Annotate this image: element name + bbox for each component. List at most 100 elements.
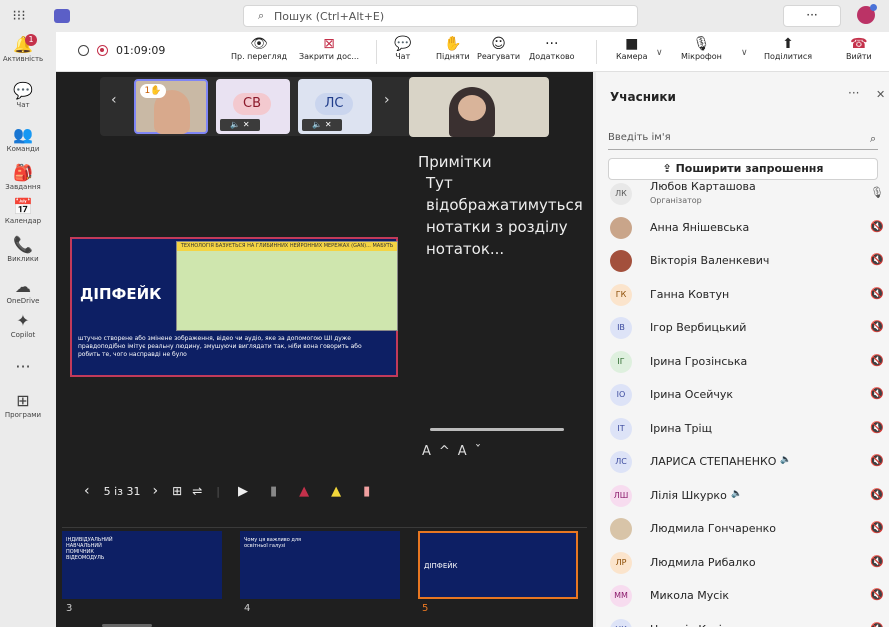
participant-row[interactable]: Вікторія Валенкевич 🔇	[596, 244, 889, 278]
font-size-controls[interactable]: A^Aˇ	[422, 444, 489, 459]
participant-tile[interactable]: 1✋	[134, 79, 208, 134]
avatar: ММ	[610, 585, 632, 607]
microphone-button[interactable]: 🎙 Мікрофон	[681, 36, 722, 61]
mic-off-icon[interactable]: 🔇	[870, 287, 884, 300]
profile-avatar[interactable]	[857, 4, 877, 24]
mic-off-icon[interactable]: 🔇	[870, 220, 884, 233]
prev-participants-chevron-icon[interactable]: ‹	[111, 92, 117, 108]
increase-font-icon[interactable]: A^	[422, 444, 458, 459]
slide-thumbnail-active[interactable]: ДІПФЕЙК	[418, 531, 578, 599]
participant-name: Любов Карташова	[650, 180, 756, 193]
close-icon[interactable]: ✕	[876, 88, 885, 101]
mic-off-icon[interactable]: 🔇	[870, 454, 884, 467]
raise-hand-button[interactable]: ✋ Підняти	[436, 36, 470, 61]
mic-off-icon[interactable]: 🔇	[870, 622, 884, 627]
slide-thumbnail[interactable]: ІНДИВІДУАЛЬНИЙ НАВЧАЛЬНИЙ ПОМІЧНИК ВІДЕО…	[62, 531, 222, 599]
microphone-icon[interactable]: 🎙	[870, 186, 884, 199]
mic-off-icon[interactable]: 🔇	[870, 320, 884, 333]
rail-label: Copilot	[10, 331, 36, 339]
camera-options-chevron-icon[interactable]: ∨	[656, 48, 663, 58]
participant-name: Ірина Грозінська	[650, 354, 748, 368]
notes-scrollbar[interactable]	[422, 427, 574, 432]
pen-icon[interactable]: ▲	[299, 484, 309, 499]
participant-row[interactable]: НК Наталія Козік 🔇	[596, 613, 889, 627]
react-button[interactable]: ☺ Реагувати	[477, 36, 520, 61]
search-input[interactable]: ⌕ Пошук (Ctrl+Alt+E)	[243, 5, 638, 27]
avatar	[610, 216, 632, 239]
prev-slide-icon[interactable]: ‹	[84, 483, 90, 499]
rail-item-7[interactable]: ✦ Copilot	[0, 312, 46, 340]
separator	[596, 40, 597, 64]
mic-off-icon[interactable]: 🔇	[870, 488, 884, 501]
stop-sharing-button[interactable]: ⊠ Закрити дос...	[299, 36, 359, 61]
rail-item-0[interactable]: 🔔 1 Активність	[0, 34, 46, 63]
presenter-video[interactable]	[409, 77, 549, 137]
leave-button[interactable]: ☎ Вийти	[846, 36, 872, 61]
share-invite-button[interactable]: ⇪ Поширити запрошення	[608, 158, 878, 180]
participant-row[interactable]: ЛШ Лілія Шкурко 🔈 🔇	[596, 479, 889, 513]
more-icon: ···	[545, 36, 559, 52]
participant-row[interactable]: Людмила Гончаренко 🔇	[596, 512, 889, 546]
mic-off-icon[interactable]: 🔇	[870, 253, 884, 266]
rail-item-9[interactable]: ⊞ Програми	[0, 392, 46, 420]
laser-icon[interactable]: ▮	[270, 484, 277, 499]
participant-row[interactable]: ЛР Людмила Рибалко 🔇	[596, 546, 889, 580]
participant-row[interactable]: Анна Янішевська 🔇	[596, 211, 889, 245]
rail-item-5[interactable]: 📞 Виклики	[0, 236, 46, 264]
rail-item-8[interactable]: ···	[0, 358, 46, 377]
mic-off-icon[interactable]: 🔇	[870, 354, 884, 367]
chat-button[interactable]: 💬 Чат	[394, 36, 411, 61]
participant-row[interactable]: ММ Микола Мусік 🔇	[596, 579, 889, 613]
participant-tile[interactable]: СВ 🔈 ✕	[216, 79, 290, 134]
mic-options-chevron-icon[interactable]: ∨	[741, 48, 748, 58]
mic-off-icon[interactable]: 🔇	[870, 387, 884, 400]
participant-row[interactable]: ІГ Ірина Грозінська 🔇	[596, 345, 889, 379]
stop-share-icon: ⊠	[323, 36, 335, 52]
mic-off-icon[interactable]: 🔇	[870, 588, 884, 601]
participant-row[interactable]: ГК Ганна Ковтун 🔇	[596, 278, 889, 312]
participant-row[interactable]: ЛК Любов Карташова Організатор 🎙	[596, 177, 889, 211]
grid-view-icon[interactable]: ⊞	[172, 484, 182, 498]
pointer-icon[interactable]: ▶	[238, 484, 248, 499]
camera-button[interactable]: ■ Камера	[616, 36, 648, 61]
participant-row[interactable]: ІО Ірина Осейчук 🔇	[596, 378, 889, 412]
panel-title: Учасники	[610, 90, 676, 104]
participant-row[interactable]: ІВ Ігор Вербицький 🔇	[596, 311, 889, 345]
highlighter-icon[interactable]: ▲	[331, 484, 341, 499]
rail-item-2[interactable]: 👥 Команди	[0, 126, 46, 154]
more-actions-button[interactable]: ··· Додатково	[529, 36, 575, 61]
participant-row[interactable]: ЛС ЛАРИСА СТЕПАНЕНКО 🔈 🔇	[596, 445, 889, 479]
participant-name: Лілія Шкурко	[650, 488, 727, 502]
rail-label: Активність	[2, 55, 44, 63]
participant-name: Наталія Козік	[650, 623, 728, 627]
settings-sliders-icon[interactable]: ⇌	[192, 484, 202, 498]
mic-off-icon[interactable]: 🔇	[870, 421, 884, 434]
rail-label: Календар	[4, 217, 42, 225]
rail-item-1[interactable]: 💬 Чат	[0, 82, 46, 110]
rail-item-4[interactable]: 📅 Календар	[0, 198, 46, 226]
preview-button[interactable]: 👁 Пр. перегляд	[231, 36, 287, 61]
next-slide-icon[interactable]: ›	[153, 483, 159, 499]
avatar	[610, 250, 632, 272]
participant-row[interactable]: ІТ Ірина Тріщ 🔇	[596, 412, 889, 446]
hand-icon: ✋	[444, 36, 462, 52]
rail-item-6[interactable]: ☁ OneDrive	[0, 278, 46, 306]
more-button[interactable]: ···	[783, 5, 841, 27]
participant-name: Людмила Гончаренко	[650, 522, 777, 535]
raised-hand-badge: 1✋	[140, 84, 166, 98]
share-button[interactable]: ⬆ Поділитися	[764, 36, 812, 61]
decrease-font-icon[interactable]: Aˇ	[458, 444, 489, 459]
mic-off-icon[interactable]: 🔇	[870, 555, 884, 568]
more-icon[interactable]: ···	[848, 86, 859, 100]
participant-tile[interactable]: ЛС 🔈 ✕	[298, 79, 372, 134]
rail-item-3[interactable]: 🎒 Завдання	[0, 164, 46, 192]
scrollbar-thumb[interactable]	[430, 428, 564, 431]
avatar: ЛР	[610, 551, 632, 574]
slide-thumbnail[interactable]: Чому ця важливо для освітньої галузі	[240, 531, 400, 599]
mic-off-icon[interactable]: 🔇	[870, 521, 884, 534]
avatar: СВ	[233, 93, 271, 115]
participant-search-input[interactable]: Введіть ім'я	[608, 128, 878, 148]
next-participants-chevron-icon[interactable]: ›	[384, 92, 390, 108]
eraser-icon[interactable]: ▮	[363, 484, 370, 499]
app-launcher-icon[interactable]: ⁝⁝⁝	[4, 8, 34, 24]
